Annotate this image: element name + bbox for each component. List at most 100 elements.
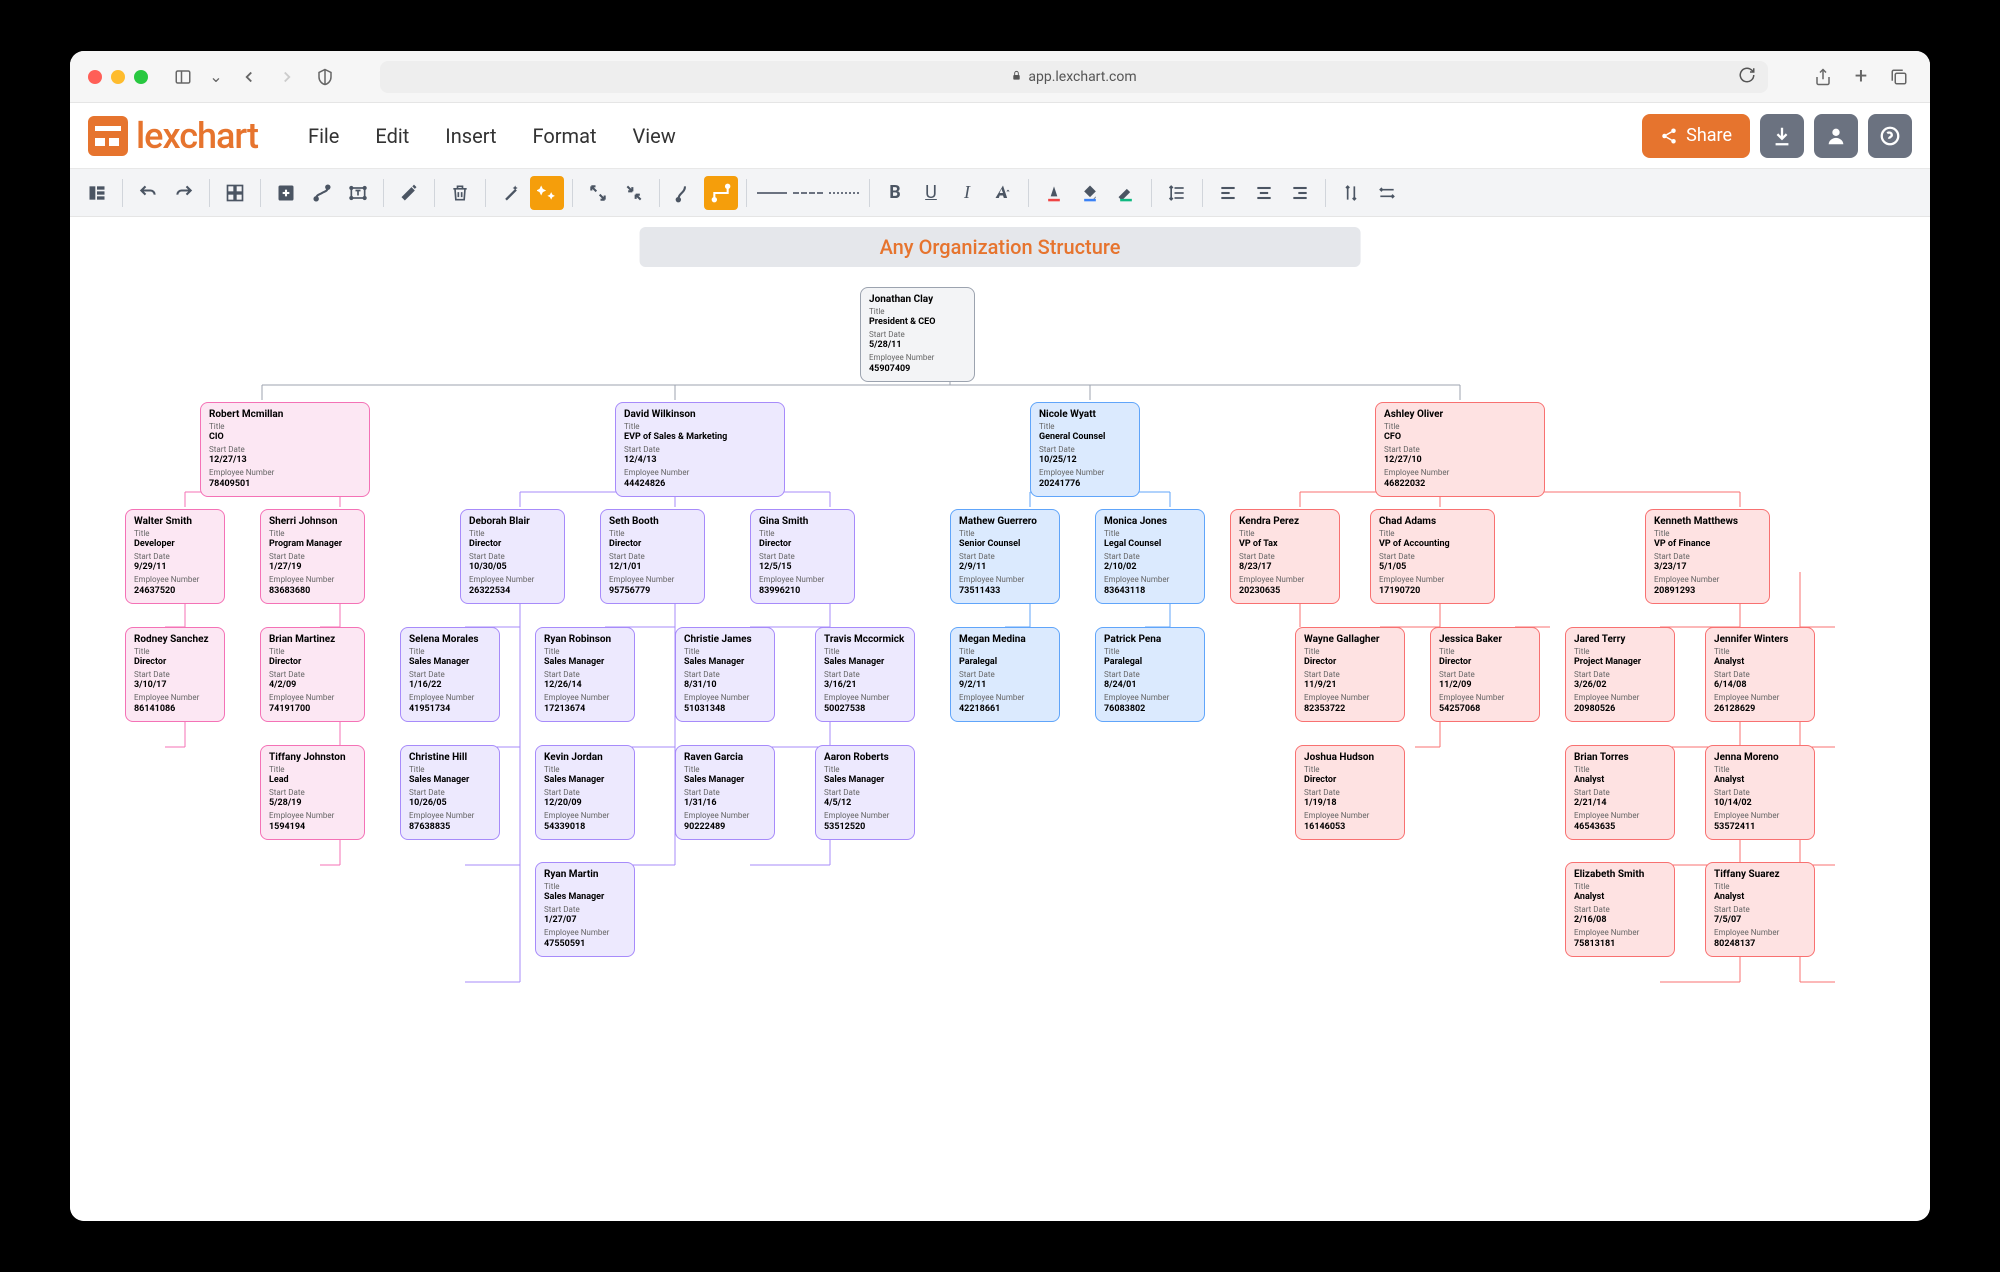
org-node-bmartinez[interactable]: Brian MartinezTitleDirectorStart Date4/2… [260, 627, 365, 722]
dotted-line-tool[interactable] [827, 176, 861, 210]
curve-connector-tool[interactable] [668, 176, 702, 210]
org-node-wgallagher[interactable]: Wayne GallagherTitleDirectorStart Date11… [1295, 627, 1405, 722]
account-button[interactable] [1814, 114, 1858, 158]
dashed-line-tool[interactable] [791, 176, 825, 210]
align-left-tool[interactable] [1211, 176, 1245, 210]
address-bar[interactable]: app.lexchart.com [380, 61, 1768, 93]
refresh-icon[interactable] [1738, 66, 1756, 88]
panel-toggle-tool[interactable] [80, 176, 114, 210]
collapse-tool[interactable] [617, 176, 651, 210]
org-node-sbooth[interactable]: Seth BoothTitleDirectorStart Date12/1/01… [600, 509, 705, 604]
org-node-tsuarez[interactable]: Tiffany SuarezTitleAnalystStart Date7/5/… [1705, 862, 1815, 957]
line-spacing-tool[interactable] [1160, 176, 1194, 210]
underline-tool[interactable]: U [914, 176, 948, 210]
org-node-aroberts[interactable]: Aaron RobertsTitleSales ManagerStart Dat… [815, 745, 915, 840]
org-node-chill[interactable]: Christine HillTitleSales ManagerStart Da… [400, 745, 500, 840]
share-button[interactable]: Share [1642, 114, 1750, 158]
share-icon [1660, 127, 1678, 145]
redo-tool[interactable] [167, 176, 201, 210]
org-node-tmccormick[interactable]: Travis MccormickTitleSales ManagerStart … [815, 627, 915, 722]
undo-tool[interactable] [131, 176, 165, 210]
shield-icon[interactable] [312, 64, 338, 90]
logo-mark-icon [88, 116, 128, 156]
text-box-tool[interactable] [341, 176, 375, 210]
auto-layout-tool[interactable] [530, 176, 564, 210]
dropdown-icon[interactable]: ⌄ [208, 64, 224, 90]
solid-line-tool[interactable] [755, 176, 789, 210]
magic-wand-tool[interactable] [494, 176, 528, 210]
org-node-rgarcia[interactable]: Raven GarciaTitleSales ManagerStart Date… [675, 745, 775, 840]
swap-horizontal-tool[interactable] [1370, 176, 1404, 210]
org-node-rrobinson[interactable]: Ryan RobinsonTitleSales ManagerStart Dat… [535, 627, 635, 722]
org-node-kjordan[interactable]: Kevin JordanTitleSales ManagerStart Date… [535, 745, 635, 840]
org-node-kmatthews[interactable]: Kenneth MatthewsTitleVP of FinanceStart … [1645, 509, 1770, 604]
org-node-cjames[interactable]: Christie JamesTitleSales ManagerStart Da… [675, 627, 775, 722]
menu-view[interactable]: View [633, 124, 676, 148]
help-button[interactable] [1868, 114, 1912, 158]
browser-titlebar: ⌄ app.lexchart.com + [70, 51, 1930, 103]
italic-tool[interactable]: I [950, 176, 984, 210]
org-node-mjones[interactable]: Monica JonesTitleLegal CounselStart Date… [1095, 509, 1205, 604]
rotate-vertical-tool[interactable] [1334, 176, 1368, 210]
forward-button[interactable] [274, 64, 300, 90]
org-node-jbaker[interactable]: Jessica BakerTitleDirectorStart Date11/2… [1430, 627, 1540, 722]
download-button[interactable] [1760, 114, 1804, 158]
close-window-button[interactable] [88, 70, 102, 84]
org-node-ceo[interactable]: Jonathan ClayTitlePresident & CEOStart D… [860, 287, 975, 382]
pencil-tool[interactable] [392, 176, 426, 210]
menu-format[interactable]: Format [533, 124, 597, 148]
share-browser-icon[interactable] [1810, 64, 1836, 90]
org-node-sjohnson[interactable]: Sherri JohnsonTitleProgram ManagerStart … [260, 509, 365, 604]
app-logo[interactable]: lexchart [88, 115, 258, 157]
org-node-jterry[interactable]: Jared TerryTitleProject ManagerStart Dat… [1565, 627, 1675, 722]
back-button[interactable] [236, 64, 262, 90]
menu-edit[interactable]: Edit [375, 124, 409, 148]
org-node-evp[interactable]: David WilkinsonTitleEVP of Sales & Marke… [615, 402, 785, 497]
org-node-jwinters[interactable]: Jennifer WintersTitleAnalystStart Date6/… [1705, 627, 1815, 722]
org-node-tjohnston[interactable]: Tiffany JohnstonTitleLeadStart Date5/28/… [260, 745, 365, 840]
chart-canvas[interactable]: Any Organization Structure [70, 217, 1930, 1221]
sidebar-toggle-icon[interactable] [170, 64, 196, 90]
org-node-cio[interactable]: Robert McmillanTitleCIOStart Date12/27/1… [200, 402, 370, 497]
new-tab-button[interactable]: + [1848, 64, 1874, 90]
org-node-esmith[interactable]: Elizabeth SmithTitleAnalystStart Date2/1… [1565, 862, 1675, 957]
text-color-tool[interactable] [1037, 176, 1071, 210]
org-node-jmoreno[interactable]: Jenna MorenoTitleAnalystStart Date10/14/… [1705, 745, 1815, 840]
menu-insert[interactable]: Insert [445, 124, 496, 148]
connector-tool[interactable] [305, 176, 339, 210]
border-color-tool[interactable] [1109, 176, 1143, 210]
add-node-tool[interactable] [269, 176, 303, 210]
org-node-gc[interactable]: Nicole WyattTitleGeneral CounselStart Da… [1030, 402, 1140, 497]
url-text: app.lexchart.com [1028, 69, 1136, 85]
org-node-cadams[interactable]: Chad AdamsTitleVP of AccountingStart Dat… [1370, 509, 1495, 604]
org-node-kperez[interactable]: Kendra PerezTitleVP of TaxStart Date8/23… [1230, 509, 1340, 604]
org-node-mguerrero[interactable]: Mathew GuerreroTitleSenior CounselStart … [950, 509, 1060, 604]
minimize-window-button[interactable] [111, 70, 125, 84]
org-node-gsmith[interactable]: Gina SmithTitleDirectorStart Date12/5/15… [750, 509, 855, 604]
fill-color-tool[interactable] [1073, 176, 1107, 210]
maximize-window-button[interactable] [134, 70, 148, 84]
browser-window: ⌄ app.lexchart.com + lexchart File Edit … [70, 51, 1930, 1221]
expand-tool[interactable] [581, 176, 615, 210]
org-node-btorres[interactable]: Brian TorresTitleAnalystStart Date2/21/1… [1565, 745, 1675, 840]
org-node-jhudson[interactable]: Joshua HudsonTitleDirectorStart Date1/19… [1295, 745, 1405, 840]
org-node-smorales[interactable]: Selena MoralesTitleSales ManagerStart Da… [400, 627, 500, 722]
app-header: lexchart File Edit Insert Format View Sh… [70, 103, 1930, 169]
org-node-cfo[interactable]: Ashley OliverTitleCFOStart Date12/27/10E… [1375, 402, 1545, 497]
align-center-tool[interactable] [1247, 176, 1281, 210]
org-node-mmedina[interactable]: Megan MedinaTitleParalegalStart Date9/2/… [950, 627, 1060, 722]
tabs-overview-icon[interactable] [1886, 64, 1912, 90]
org-node-ppena[interactable]: Patrick PenaTitleParalegalStart Date8/24… [1095, 627, 1205, 722]
grid-tool[interactable] [218, 176, 252, 210]
text-size-tool[interactable] [986, 176, 1020, 210]
bold-tool[interactable]: B [878, 176, 912, 210]
org-node-rmartin[interactable]: Ryan MartinTitleSales ManagerStart Date1… [535, 862, 635, 957]
org-node-dblair[interactable]: Deborah BlairTitleDirectorStart Date10/3… [460, 509, 565, 604]
org-node-rsanchez[interactable]: Rodney SanchezTitleDirectorStart Date3/1… [125, 627, 225, 722]
elbow-connector-tool[interactable] [704, 176, 738, 210]
menu-file[interactable]: File [308, 124, 339, 148]
delete-tool[interactable] [443, 176, 477, 210]
format-toolbar: B U I [70, 169, 1930, 217]
align-right-tool[interactable] [1283, 176, 1317, 210]
org-node-wsmith[interactable]: Walter SmithTitleDeveloperStart Date9/29… [125, 509, 225, 604]
